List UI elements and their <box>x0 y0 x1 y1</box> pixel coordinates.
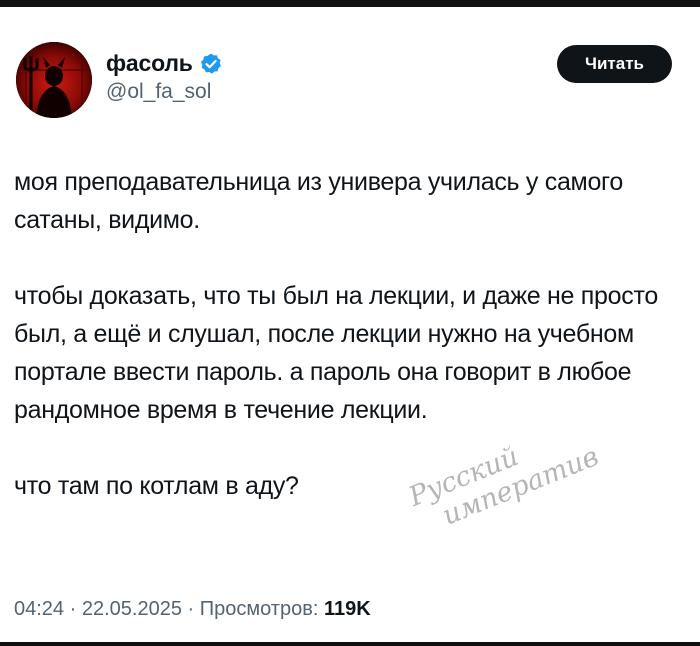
tweet-text: моя преподавательница из универа училась… <box>14 163 690 543</box>
meta-separator: · <box>181 598 200 620</box>
views-count: 119K <box>323 598 371 620</box>
views-label: Просмотров: <box>199 598 324 620</box>
meta-separator: · <box>64 598 82 620</box>
user-info: фасоль @ol_fa_sol <box>106 50 223 104</box>
name-row: фасоль <box>106 50 223 77</box>
tweet-meta: 04:24 · 22.05.2025 · Просмотров: 119K <box>14 598 371 621</box>
display-name[interactable]: фасоль <box>106 50 193 77</box>
tweet-date[interactable]: 22.05.2025 <box>82 598 182 620</box>
tweet-paragraph: чтобы доказать, что ты был на лекции, и … <box>14 282 658 424</box>
user-handle[interactable]: @ol_fa_sol <box>106 80 223 104</box>
top-border <box>0 0 700 7</box>
verified-badge-icon <box>199 52 223 76</box>
devil-avatar-image <box>16 42 92 118</box>
read-button[interactable]: Читать <box>557 45 672 83</box>
tweet-time[interactable]: 04:24 <box>14 598 64 620</box>
tweet-paragraph: моя преподавательница из универа училась… <box>14 168 623 234</box>
tweet-paragraph: что там по котлам в аду? <box>14 472 299 500</box>
avatar[interactable] <box>16 42 92 118</box>
bottom-border <box>0 642 700 646</box>
